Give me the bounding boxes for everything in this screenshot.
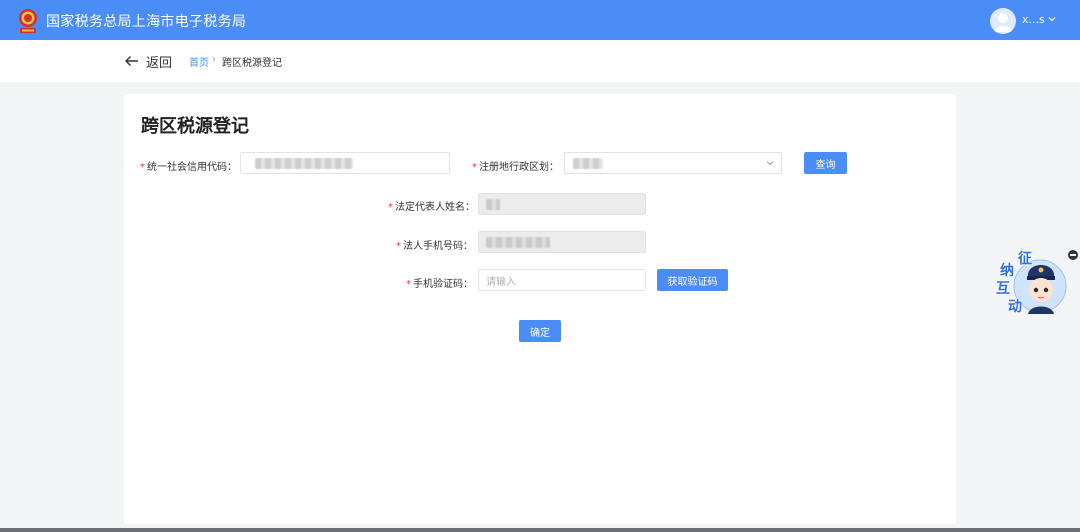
required-mark: * [406, 279, 411, 290]
required-mark: * [396, 241, 401, 252]
assistant-char: 征 [1018, 251, 1032, 267]
breadcrumb-separator: › [212, 54, 216, 65]
chevron-down-icon [766, 161, 774, 166]
legal-name-label: * 法定代表人姓名： [388, 202, 475, 213]
page-title: 跨区税源登记 [141, 116, 249, 137]
back-button[interactable]: 返回 [124, 50, 172, 72]
sms-code-field[interactable] [479, 272, 645, 293]
legal-name-input[interactable] [478, 193, 646, 215]
breadcrumb-current: 跨区税源登记 [222, 58, 282, 69]
back-label: 返回 [146, 55, 173, 71]
masked-credit-code [255, 158, 353, 169]
masked-region [573, 158, 603, 169]
sms-code-label: * 手机验证码： [406, 279, 473, 290]
sms-code-input[interactable] [478, 269, 646, 293]
required-mark: * [388, 202, 393, 213]
query-button[interactable]: 查询 [804, 152, 847, 174]
assistant-close-button[interactable] [1068, 250, 1078, 260]
assistant-widget[interactable]: 征 纳 互 动 [996, 248, 1068, 318]
masked-legal-name [486, 199, 500, 210]
tax-emblem-icon [19, 9, 37, 33]
breadcrumb-home-link[interactable]: 首页 [189, 54, 209, 69]
region-select[interactable] [564, 152, 782, 174]
legal-phone-input[interactable] [478, 231, 646, 253]
credit-code-label: * 统一社会信用代码： [140, 162, 237, 173]
user-icon [994, 13, 1012, 32]
get-code-button[interactable]: 获取验证码 [657, 269, 728, 291]
assistant-char: 纳 [1000, 263, 1014, 279]
required-mark: * [140, 162, 145, 173]
top-header: 国家税务总局上海市电子税务局 x...s [0, 0, 1080, 40]
assistant-char: 互 [996, 281, 1010, 297]
breadcrumb-bar: 返回 首页 › 跨区税源登记 [0, 40, 1080, 82]
user-avatar[interactable] [990, 8, 1016, 34]
legal-phone-label: * 法人手机号码： [396, 241, 473, 252]
bottom-strip [0, 528, 1080, 532]
assistant-char: 动 [1008, 299, 1022, 315]
site-title: 国家税务总局上海市电子税务局 [46, 14, 247, 30]
confirm-button[interactable]: 确定 [519, 320, 561, 342]
credit-code-input[interactable] [240, 152, 450, 176]
masked-legal-phone [486, 237, 550, 248]
required-mark: * [472, 162, 477, 173]
username[interactable]: x...s [1022, 13, 1045, 26]
region-label: * 注册地行政区划： [472, 162, 559, 173]
chevron-down-icon[interactable] [1046, 13, 1058, 25]
arrow-left-icon [125, 56, 138, 66]
